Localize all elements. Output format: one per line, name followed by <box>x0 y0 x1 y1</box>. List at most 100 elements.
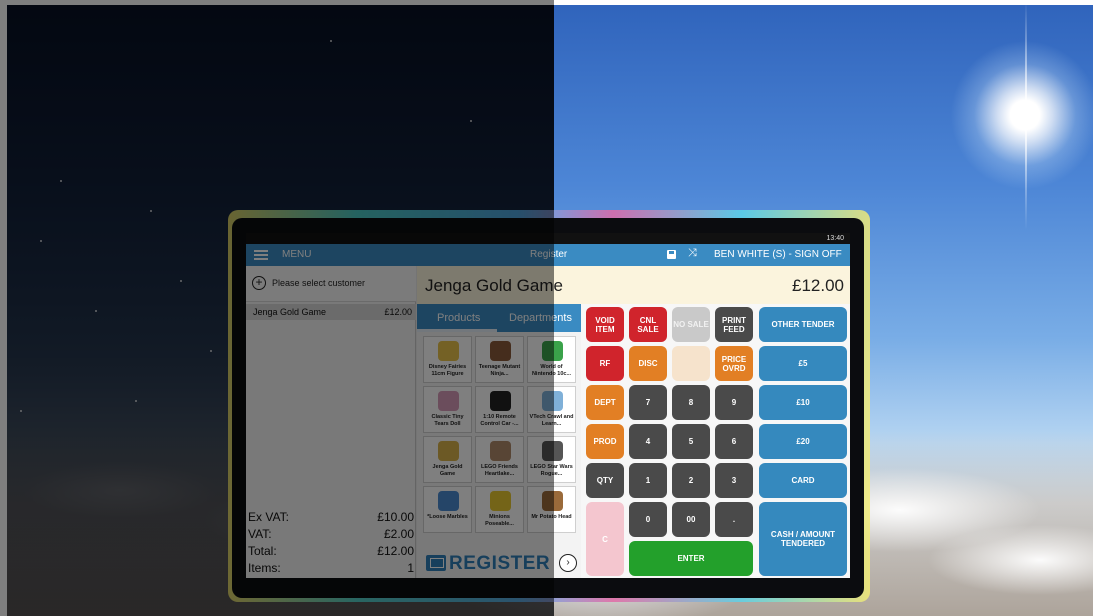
digit-0-key[interactable]: 0 <box>629 502 667 537</box>
double-zero-key[interactable]: 00 <box>672 502 710 537</box>
sun-ray <box>1025 0 1027 230</box>
basket-line-name: Jenga Gold Game <box>253 307 327 317</box>
product-image <box>542 441 563 461</box>
product-button[interactable]: PROD <box>586 424 624 459</box>
total-label: Items: <box>248 561 281 575</box>
cash-tendered-button[interactable]: CASH / AMOUNT TENDERED <box>759 502 847 576</box>
product-label: Disney Fairies 11cm Figure <box>428 364 467 377</box>
product-label: Minions Poseable... <box>485 514 514 527</box>
basket-line-price: £12.00 <box>384 307 412 317</box>
hamburger-menu-icon[interactable] <box>254 250 268 260</box>
tab-departments[interactable]: Departments <box>509 312 572 324</box>
total-row-ex-vat: Ex VAT: £10.00 <box>248 510 414 527</box>
frame-border <box>1093 0 1097 616</box>
product-tile[interactable]: Disney Fairies 11cm Figure <box>423 336 472 383</box>
quantity-button[interactable]: QTY <box>586 463 624 498</box>
chevron-right-icon[interactable]: › <box>559 554 577 572</box>
tab-products[interactable]: Products <box>437 312 480 324</box>
blank-key[interactable] <box>672 346 710 381</box>
card-button[interactable]: CARD <box>759 463 847 498</box>
menu-button[interactable]: MENU <box>282 249 311 260</box>
product-tile[interactable]: LEGO Star Wars Rogue... <box>527 436 576 483</box>
product-image <box>490 491 511 511</box>
sun <box>950 40 1097 190</box>
total-value: 1 <box>407 561 414 575</box>
tender-10-button[interactable]: £10 <box>759 385 847 420</box>
cancel-sale-button[interactable]: CNL SALE <box>629 307 667 342</box>
register-logo: REGISTER › <box>422 551 578 575</box>
product-image <box>438 341 459 361</box>
product-tile[interactable]: Minions Poseable... <box>475 486 524 533</box>
product-image <box>542 341 563 361</box>
void-item-button[interactable]: VOID ITEM <box>586 307 624 342</box>
digit-8-key[interactable]: 8 <box>672 385 710 420</box>
product-tabs: Products Departments <box>417 304 581 332</box>
product-image <box>542 491 563 511</box>
digit-7-key[interactable]: 7 <box>629 385 667 420</box>
clear-button[interactable]: C <box>586 502 624 576</box>
keypad: VOID ITEM CNL SALE NO SALE PRINT FEED OT… <box>581 304 850 578</box>
add-customer-icon: + <box>252 276 266 290</box>
basket-line[interactable]: Jenga Gold Game £12.00 <box>246 304 416 320</box>
screen-title: Register <box>530 249 568 260</box>
total-row-items: Items: 1 <box>248 561 414 578</box>
status-time: 13:40 <box>826 235 844 242</box>
print-feed-button[interactable]: PRINT FEED <box>715 307 753 342</box>
digit-5-key[interactable]: 5 <box>672 424 710 459</box>
star <box>210 350 212 352</box>
tender-5-button[interactable]: £5 <box>759 346 847 381</box>
digit-2-key[interactable]: 2 <box>672 463 710 498</box>
product-tile[interactable]: 1:10 Remote Control Car -... <box>475 386 524 433</box>
customer-prompt: Please select customer <box>272 278 366 288</box>
other-tender-button[interactable]: OTHER TENDER <box>759 307 847 342</box>
product-tile[interactable]: VTech Crawl and Learn... <box>527 386 576 433</box>
save-icon[interactable] <box>667 250 676 259</box>
product-label: Teenage Mutant Ninja... <box>478 364 521 377</box>
select-customer-button[interactable]: + Please select customer <box>246 266 416 302</box>
top-bar: MENU Register ⤨ BEN WHITE (S) - SIGN OFF <box>246 244 850 266</box>
product-label: World of Nintendo 10c... <box>531 364 572 377</box>
product-tile[interactable]: *Loose Marbles <box>423 486 472 533</box>
digit-3-key[interactable]: 3 <box>715 463 753 498</box>
product-label: LEGO Friends Heartlake... <box>481 464 518 477</box>
totals-block: Ex VAT: £10.00 VAT: £2.00 Total: £12.00 … <box>248 510 414 578</box>
department-button[interactable]: DEPT <box>586 385 624 420</box>
product-tile[interactable]: Classic Tiny Tears Doll <box>423 386 472 433</box>
tender-20-button[interactable]: £20 <box>759 424 847 459</box>
digit-6-key[interactable]: 6 <box>715 424 753 459</box>
shuffle-icon[interactable]: ⤨ <box>688 247 697 260</box>
register-logo-icon <box>426 555 446 571</box>
product-grid: Disney Fairies 11cm Figure Teenage Mutan… <box>417 332 581 578</box>
status-bar: 13:40 <box>246 233 850 244</box>
product-label: Classic Tiny Tears Doll <box>431 414 464 427</box>
decimal-key[interactable]: . <box>715 502 753 537</box>
enter-button[interactable]: ENTER <box>629 541 753 576</box>
product-tile[interactable]: Jenga Gold Game <box>423 436 472 483</box>
product-tile[interactable]: LEGO Friends Heartlake... <box>475 436 524 483</box>
product-tile[interactable]: World of Nintendo 10c... <box>527 336 576 383</box>
star <box>60 180 62 182</box>
product-label: *Loose Marbles <box>427 514 468 520</box>
digit-1-key[interactable]: 1 <box>629 463 667 498</box>
product-image <box>490 341 511 361</box>
digit-4-key[interactable]: 4 <box>629 424 667 459</box>
star <box>95 310 97 312</box>
price-override-button[interactable]: PRICE OVRD <box>715 346 753 381</box>
star <box>20 410 22 412</box>
total-value: £10.00 <box>377 510 414 524</box>
product-tile[interactable]: Mr Potato Head <box>527 486 576 533</box>
product-image <box>438 391 459 411</box>
total-label: Total: <box>248 544 277 558</box>
product-tile[interactable]: Teenage Mutant Ninja... <box>475 336 524 383</box>
total-value: £2.00 <box>383 527 414 541</box>
digit-9-key[interactable]: 9 <box>715 385 753 420</box>
product-image <box>542 391 563 411</box>
no-sale-button[interactable]: NO SALE <box>672 307 710 342</box>
refund-button[interactable]: RF <box>586 346 624 381</box>
total-label: Ex VAT: <box>248 510 289 524</box>
product-label: VTech Crawl and Learn... <box>529 414 574 427</box>
product-label: Mr Potato Head <box>531 514 572 520</box>
sign-off-button[interactable]: BEN WHITE (S) - SIGN OFF <box>714 249 842 260</box>
discount-button[interactable]: DISC <box>629 346 667 381</box>
product-image <box>438 491 459 511</box>
